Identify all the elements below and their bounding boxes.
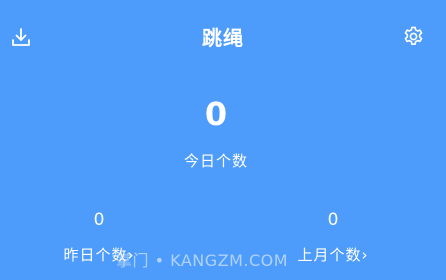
last-month-label: 上月个数 <box>297 246 362 264</box>
last-month-count: 0 <box>327 210 339 230</box>
gear-icon[interactable] <box>402 25 425 48</box>
today-count: 0 <box>204 95 228 133</box>
page-title: 跳绳 <box>202 26 244 50</box>
yesterday-count: 0 <box>93 210 105 230</box>
chevron-right-icon: › <box>361 246 369 264</box>
app-header: 跳绳 <box>0 0 446 72</box>
today-label: 今日个数 <box>183 152 248 170</box>
watermark: 掌门 • KANGZM.COM <box>116 251 289 270</box>
